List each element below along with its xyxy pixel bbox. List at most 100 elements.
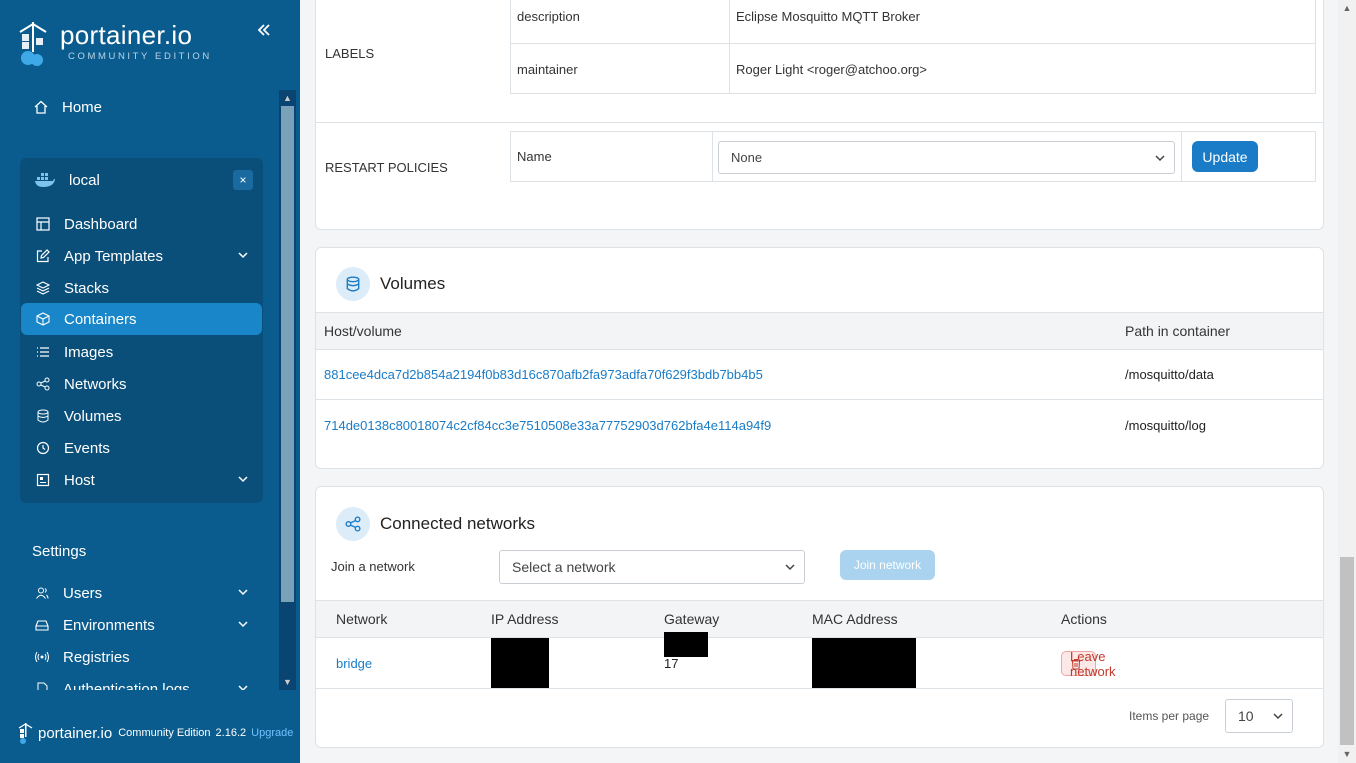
table-row: 714de0138c80018074c2cf84cc3e7510508e33a7… <box>316 400 1323 450</box>
upgrade-link[interactable]: Upgrade <box>251 727 293 739</box>
sidebar-item-networks[interactable]: Networks <box>34 368 262 400</box>
restart-policy-value: None <box>731 150 763 165</box>
sidebar-item-environments[interactable]: Environments <box>33 609 262 641</box>
brand-logo[interactable]: portainer.io COMMUNITY EDITION <box>18 18 238 68</box>
table-row: bridge 17 17 02 Leave network <box>316 632 1323 689</box>
chevron-down-icon <box>238 589 248 596</box>
sidebar-item-home[interactable]: Home <box>32 91 262 123</box>
footer-edition: Community Edition <box>118 727 211 739</box>
network-select[interactable]: Select a network <box>499 550 805 584</box>
sidebar-item-label: Networks <box>64 375 127 393</box>
sidebar-item-label: Images <box>64 343 114 361</box>
double-chevron-left-icon <box>257 24 270 36</box>
brand-edition: COMMUNITY EDITION <box>68 51 212 62</box>
redacted-block <box>664 632 708 657</box>
sidebar-item-app-templates[interactable]: App Templates <box>34 240 262 272</box>
sidebar-item-stacks[interactable]: Stacks <box>34 272 262 304</box>
sidebar-item-users[interactable]: Users <box>33 577 262 609</box>
sidebar-item-label: Stacks <box>64 279 110 297</box>
sidebar-nav: Home local × Dashboard App Templates Sta… <box>0 90 300 690</box>
share-icon <box>34 375 52 393</box>
container-details-card: LABELS description Eclipse Mosquitto MQT… <box>315 0 1324 230</box>
sidebar-item-label: Home <box>62 98 103 116</box>
label-key: maintainer <box>511 44 730 94</box>
volume-path: /mosquitto/data <box>1125 367 1214 382</box>
volumes-table-header: Host/volume Path in container <box>316 312 1323 350</box>
column-header-host-volume[interactable]: Host/volume <box>324 313 402 349</box>
dashboard-icon <box>34 215 52 233</box>
items-per-page-label: Items per page <box>1129 709 1210 723</box>
database-icon <box>336 267 370 301</box>
column-header-mac-address[interactable]: MAC Address <box>812 601 898 637</box>
column-header-path[interactable]: Path in container <box>1125 313 1230 349</box>
items-per-page-select[interactable]: 10 <box>1225 699 1293 733</box>
sidebar-item-label: Registries <box>63 648 130 666</box>
restart-policy-select[interactable]: None <box>718 141 1175 174</box>
home-icon <box>32 98 50 116</box>
collapse-sidebar-button[interactable] <box>254 22 274 42</box>
table-row: 881cee4dca7d2b854a2194f0b83d16c870afb2fa… <box>316 350 1323 400</box>
footer-version: 2.16.2 <box>215 727 247 739</box>
sidebar-item-label: App Templates <box>64 247 163 265</box>
column-header-ip-address[interactable]: IP Address <box>491 601 558 637</box>
share-icon <box>336 507 370 541</box>
join-network-button[interactable]: Join network <box>840 550 935 580</box>
sidebar-item-authentication-logs[interactable]: Authentication logs <box>33 673 262 690</box>
leave-network-button[interactable]: Leave network <box>1061 649 1116 679</box>
divider <box>316 122 1323 123</box>
sidebar-item-registries[interactable]: Registries <box>33 641 262 673</box>
labels-table: description Eclipse Mosquitto MQTT Broke… <box>510 0 1316 94</box>
footer-brand-name: portainer.io <box>38 724 113 742</box>
volume-path: /mosquitto/log <box>1125 417 1206 433</box>
items-per-page-value: 10 <box>1238 708 1254 724</box>
edit-icon <box>34 247 52 265</box>
network-select-placeholder: Select a network <box>512 559 616 575</box>
table-row: maintainer Roger Light <roger@atchoo.org… <box>511 44 1315 94</box>
sidebar-item-label: Events <box>64 439 110 457</box>
page-scrollbar-thumb[interactable] <box>1340 557 1354 745</box>
chevron-down-icon <box>1155 154 1165 161</box>
sidebar-item-label: Volumes <box>64 407 122 425</box>
sidebar-item-dashboard[interactable]: Dashboard <box>34 208 262 240</box>
sidebar-item-volumes[interactable]: Volumes <box>34 400 262 432</box>
chevron-down-icon <box>238 476 248 483</box>
portainer-small-logo-icon <box>18 723 33 744</box>
network-link[interactable]: bridge <box>336 638 372 688</box>
join-network-label: Join a network <box>331 559 415 574</box>
sidebar-scroll-down-icon[interactable]: ▼ <box>279 674 296 690</box>
sidebar-item-containers[interactable]: Containers <box>21 303 262 335</box>
settings-section-title: Settings <box>32 543 87 560</box>
sidebar-scrollbar-thumb[interactable] <box>281 106 294 602</box>
update-button[interactable]: Update <box>1192 141 1258 172</box>
file-icon <box>33 680 51 690</box>
docker-icon <box>34 171 56 189</box>
volumes-title-text: Volumes <box>380 274 446 293</box>
chevron-down-icon <box>238 252 248 259</box>
chevron-down-icon <box>238 621 248 628</box>
volume-link[interactable]: 714de0138c80018074c2cf84cc3e7510508e33a7… <box>324 400 771 450</box>
volume-link[interactable]: 881cee4dca7d2b854a2194f0b83d16c870afb2fa… <box>324 350 763 399</box>
label-value: Roger Light <roger@atchoo.org> <box>736 61 927 77</box>
main-content: LABELS description Eclipse Mosquitto MQT… <box>300 0 1338 763</box>
sidebar-item-images[interactable]: Images <box>34 336 262 368</box>
users-icon <box>33 584 51 602</box>
sidebar-item-label: Users <box>63 584 103 602</box>
list-icon <box>34 343 52 361</box>
sidebar-item-host[interactable]: Host <box>34 464 262 496</box>
clock-icon <box>34 439 52 457</box>
column-header-network[interactable]: Network <box>336 601 387 637</box>
sidebar-item-events[interactable]: Events <box>34 432 262 464</box>
labels-title: LABELS <box>325 46 375 61</box>
brand-name: portainer.io <box>60 20 193 50</box>
restart-policies-title: RESTART POLICIES <box>325 160 448 175</box>
sidebar-item-label: Authentication logs <box>63 680 190 691</box>
close-environment-button[interactable]: × <box>233 170 253 190</box>
sidebar-scroll-up-icon[interactable]: ▲ <box>279 90 296 106</box>
radio-icon <box>33 648 51 666</box>
environment-header[interactable]: local <box>34 164 234 196</box>
table-row: description Eclipse Mosquitto MQTT Broke… <box>511 0 1315 44</box>
networks-title: Connected networks <box>336 507 535 541</box>
sidebar: portainer.io COMMUNITY EDITION Home loca… <box>0 0 300 763</box>
page-scroll-up-icon[interactable]: ▲ <box>1338 0 1356 17</box>
page-scroll-down-icon[interactable]: ▼ <box>1338 746 1356 763</box>
